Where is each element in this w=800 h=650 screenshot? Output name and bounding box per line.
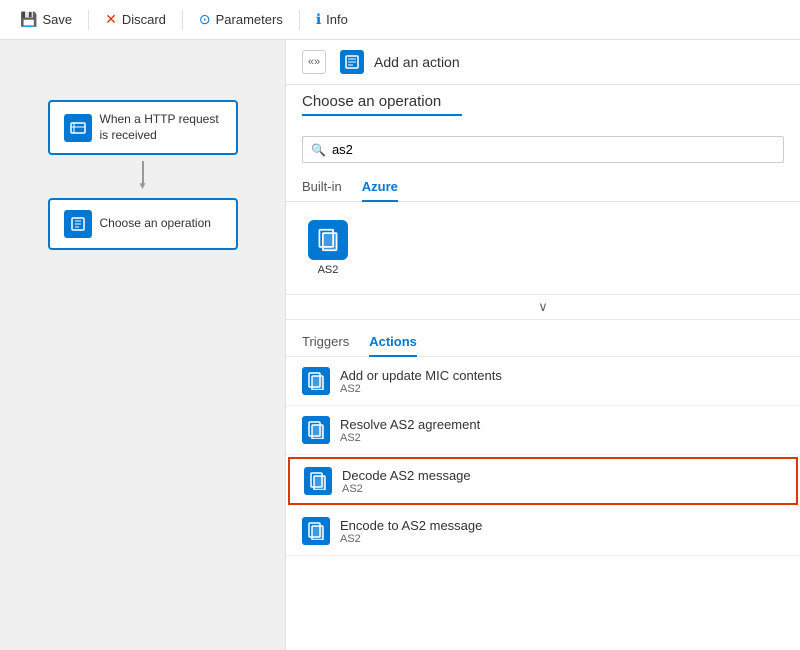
op-add-mic-info: Add or update MIC contents AS2: [340, 368, 502, 395]
op-add-mic-name: Add or update MIC contents: [340, 368, 502, 383]
panel-header-label: Add an action: [374, 54, 460, 70]
save-button[interactable]: 💾 Save: [12, 7, 80, 32]
parameters-button[interactable]: ⊙ Parameters: [191, 7, 291, 32]
connector-arrow: ▼: [138, 181, 148, 192]
right-panel: «» Add an action Choose an operation 🔍: [285, 40, 800, 650]
info-icon: ℹ: [316, 11, 321, 28]
expand-button[interactable]: «»: [302, 50, 326, 74]
connector-type-tabs: Built-in Azure: [286, 171, 800, 202]
op-add-mic-provider: AS2: [340, 383, 502, 395]
panel-title: Choose an operation: [302, 93, 784, 114]
toolbar: 💾 Save ✕ Discard ⊙ Parameters ℹ Info: [0, 0, 800, 40]
op-decode-icon: [304, 467, 332, 495]
separator-2: [182, 10, 183, 30]
op-decode-name: Decode AS2 message: [342, 468, 471, 483]
actions-tabs: Triggers Actions: [286, 320, 800, 357]
op-resolve-icon: [302, 416, 330, 444]
tab-triggers[interactable]: Triggers: [302, 328, 349, 357]
op-resolve-info: Resolve AS2 agreement AS2: [340, 417, 480, 444]
op-encode-icon: [302, 517, 330, 545]
op-resolve-provider: AS2: [340, 432, 480, 444]
op-encode-name: Encode to AS2 message: [340, 518, 482, 533]
search-box: 🔍: [302, 136, 784, 163]
panel-title-underline: [302, 114, 462, 116]
http-trigger-node[interactable]: When a HTTP request is received: [48, 100, 238, 155]
discard-icon: ✕: [105, 11, 117, 28]
search-section: 🔍: [286, 128, 800, 171]
discard-button[interactable]: ✕ Discard: [97, 7, 174, 32]
http-trigger-icon: [64, 114, 92, 142]
op-encode-info: Encode to AS2 message AS2: [340, 518, 482, 545]
operation-encode-as2[interactable]: Encode to AS2 message AS2: [286, 507, 800, 556]
collapse-row[interactable]: ∨: [286, 295, 800, 320]
panel-header: «» Add an action: [286, 40, 800, 85]
search-input[interactable]: [332, 142, 775, 157]
search-icon: 🔍: [311, 143, 326, 157]
params-icon: ⊙: [199, 11, 211, 28]
operations-list: Add or update MIC contents AS2 Resolve A…: [286, 357, 800, 650]
info-button[interactable]: ℹ Info: [308, 7, 356, 32]
op-decode-info: Decode AS2 message AS2: [342, 468, 471, 495]
parameters-label: Parameters: [216, 12, 283, 27]
operation-decode-as2[interactable]: Decode AS2 message AS2: [288, 457, 798, 505]
tab-azure[interactable]: Azure: [362, 171, 398, 202]
collapse-icon: ∨: [538, 299, 548, 315]
connectors-grid: AS2: [286, 202, 800, 295]
flow-connector: ▼: [138, 161, 148, 192]
panel-header-icon: [340, 50, 364, 74]
op-add-mic-icon: [302, 367, 330, 395]
main-content: When a HTTP request is received ▼ Choose…: [0, 40, 800, 650]
canvas: When a HTTP request is received ▼ Choose…: [0, 40, 285, 650]
separator-3: [299, 10, 300, 30]
operation-add-mic[interactable]: Add or update MIC contents AS2: [286, 357, 800, 406]
choose-op-icon: [64, 210, 92, 238]
tab-builtin[interactable]: Built-in: [302, 171, 342, 202]
connector-as2[interactable]: AS2: [302, 214, 354, 282]
as2-connector-label: AS2: [318, 264, 339, 276]
op-decode-provider: AS2: [342, 483, 471, 495]
info-label: Info: [326, 12, 348, 27]
as2-logo: [308, 220, 348, 260]
op-resolve-name: Resolve AS2 agreement: [340, 417, 480, 432]
save-label: Save: [42, 12, 72, 27]
save-icon: 💾: [20, 11, 37, 28]
op-encode-provider: AS2: [340, 533, 482, 545]
separator-1: [88, 10, 89, 30]
tab-actions[interactable]: Actions: [369, 328, 417, 357]
choose-op-label: Choose an operation: [100, 216, 211, 232]
choose-operation-node[interactable]: Choose an operation: [48, 198, 238, 250]
http-trigger-label: When a HTTP request is received: [100, 112, 222, 143]
panel-title-section: Choose an operation: [286, 85, 800, 128]
discard-label: Discard: [122, 12, 166, 27]
operation-resolve-agreement[interactable]: Resolve AS2 agreement AS2: [286, 406, 800, 455]
